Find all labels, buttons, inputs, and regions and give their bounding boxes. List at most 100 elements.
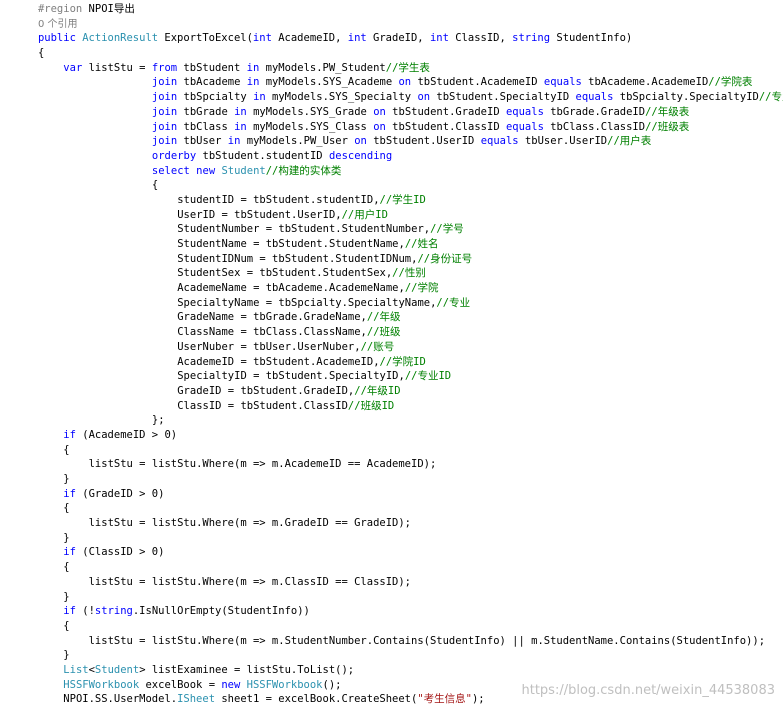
code-token: { — [151, 179, 159, 192]
code-token: //学生ID — [379, 193, 426, 206]
code-token: { — [37, 47, 45, 60]
code-token: public — [37, 32, 83, 45]
code-token: in — [227, 135, 241, 148]
code-token: //用户表 — [607, 135, 652, 148]
code-token: select — [151, 164, 190, 177]
code-token: tbGrade — [177, 105, 235, 118]
code-line: if (AcademeID > 0) — [0, 428, 783, 443]
code-line: { — [0, 501, 783, 516]
code-token: //身份证号 — [417, 252, 473, 265]
code-line: join tbGrade in myModels.SYS_Grade on tb… — [0, 105, 783, 120]
code-token: StudentName = tbStudent.StudentName, — [177, 238, 405, 250]
code-token: excelBook = — [139, 678, 222, 691]
code-token: in — [246, 76, 260, 89]
code-line: { — [0, 178, 783, 193]
code-line: StudentSex = tbStudent.StudentSex,//性别 — [0, 266, 783, 281]
code-token: NPOI导出 — [88, 3, 135, 15]
code-token: listStu = listStu.Where(m => m.GradeID =… — [88, 517, 412, 530]
code-token: if — [63, 487, 76, 500]
code-token: equals — [543, 76, 582, 89]
code-token: equals — [480, 135, 519, 148]
code-token: (); — [322, 678, 342, 691]
code-token: var — [63, 61, 83, 74]
code-line: StudentIDNum = tbStudent.StudentIDNum,//… — [0, 252, 783, 267]
code-token: #region — [37, 3, 89, 15]
code-line: select new Student//构建的实体类 — [0, 164, 783, 179]
code-line: join tbSpcialty in myModels.SYS_Specialt… — [0, 90, 783, 105]
code-token: HSSFWorkbook — [246, 678, 323, 691]
code-token: int — [252, 32, 272, 45]
code-token: ActionResult — [82, 32, 159, 45]
code-token: { — [63, 619, 70, 632]
code-token: tbSpcialty.SpecialtyID — [613, 91, 759, 104]
code-token: listStu = listStu.Where(m => m.ClassID =… — [88, 575, 412, 588]
code-line: } — [0, 531, 783, 546]
code-token: myModels.PW_Student — [259, 61, 386, 74]
code-token: join — [151, 91, 178, 104]
code-line: SpecialtyID = tbStudent.SpecialtyID,//专业… — [0, 369, 783, 384]
code-token: //姓名 — [404, 238, 439, 250]
code-line: join tbAcademe in myModels.SYS_Academe o… — [0, 75, 783, 90]
code-token: orderby — [151, 149, 197, 162]
code-line: }; — [0, 413, 783, 428]
codelens-references[interactable]: 0 个引用 — [0, 17, 783, 32]
code-line: join tbClass in myModels.SYS_Class on tb… — [0, 120, 783, 135]
code-token: { — [63, 561, 70, 574]
code-line: ClassID = tbStudent.ClassID//班级ID — [0, 399, 783, 414]
code-line: UserNuber = tbUser.UserNuber,//账号 — [0, 340, 783, 355]
code-token: on — [373, 105, 386, 118]
code-token: join — [151, 120, 178, 133]
code-line: } — [0, 648, 783, 663]
code-token: in — [246, 61, 260, 74]
code-token: Student — [94, 663, 140, 676]
code-token: //学院ID — [379, 355, 426, 368]
code-token: } — [63, 590, 70, 603]
code-token: //学号 — [430, 223, 464, 236]
code-editor[interactable]: #region NPOI导出 0 个引用 public ActionResult E… — [0, 0, 783, 706]
code-token: SpecialtyID = tbStudent.SpecialtyID, — [177, 370, 405, 383]
code-token: ISheet — [177, 693, 216, 706]
code-token: tbSpcialty — [177, 91, 254, 104]
code-token: if — [63, 546, 76, 559]
method-signature-line: public ActionResult ExportToExcel(int Ac… — [0, 31, 783, 46]
code-token: (ClassID > 0) — [75, 546, 165, 559]
code-token: join — [151, 135, 178, 148]
code-token: myModels.SYS_Class — [246, 120, 374, 133]
code-token: studentID = tbStudent.studentID, — [177, 193, 380, 206]
code-token: string — [94, 605, 133, 618]
code-token: if — [63, 428, 76, 441]
code-token: //构建的实体类 — [265, 164, 342, 177]
code-token: (GradeID > 0) — [75, 487, 165, 500]
code-token: Student — [221, 164, 266, 177]
code-token: //年级表 — [645, 105, 690, 118]
code-token: //专业表 — [758, 91, 783, 104]
code-line: ClassName = tbClass.ClassName,//班级 — [0, 325, 783, 340]
code-token: //专业ID — [404, 370, 452, 383]
code-token: .IsNullOrEmpty(StudentInfo)) — [132, 605, 310, 618]
code-token: in — [234, 105, 247, 118]
code-line: AcademeID = tbStudent.AcademeID,//学院ID — [0, 355, 783, 370]
code-token: equals — [575, 91, 614, 104]
code-token: { — [63, 443, 70, 456]
code-token: } — [63, 649, 70, 662]
code-token: //性别 — [392, 267, 426, 280]
code-line: UserID = tbStudent.UserID,//用户ID — [0, 208, 783, 223]
code-token: //班级表 — [645, 120, 690, 133]
code-token: myModels.PW_User — [240, 135, 355, 148]
code-token: //年级 — [366, 311, 401, 324]
code-token: tbStudent.ClassID — [385, 120, 506, 133]
code-token: myModels.SYS_Specialty — [265, 91, 418, 104]
code-token: ); — [471, 693, 485, 706]
code-token: myModels.SYS_Grade — [246, 105, 374, 118]
code-token: tbStudent.GradeID — [385, 105, 506, 118]
code-token: on — [398, 76, 412, 89]
code-token: listStu = listStu.Where(m => m.AcademeID… — [88, 458, 437, 471]
code-line: { — [0, 46, 783, 61]
code-token: tbAcademe — [177, 76, 247, 89]
code-area[interactable]: #region NPOI导出 0 个引用 public ActionResult E… — [0, 2, 783, 706]
code-token: (AcademeID > 0) — [75, 428, 178, 441]
code-token: equals — [505, 120, 544, 133]
code-line: if (ClassID > 0) — [0, 545, 783, 560]
code-line: join tbUser in myModels.PW_User on tbStu… — [0, 134, 783, 149]
code-token: GradeID, — [366, 32, 430, 45]
